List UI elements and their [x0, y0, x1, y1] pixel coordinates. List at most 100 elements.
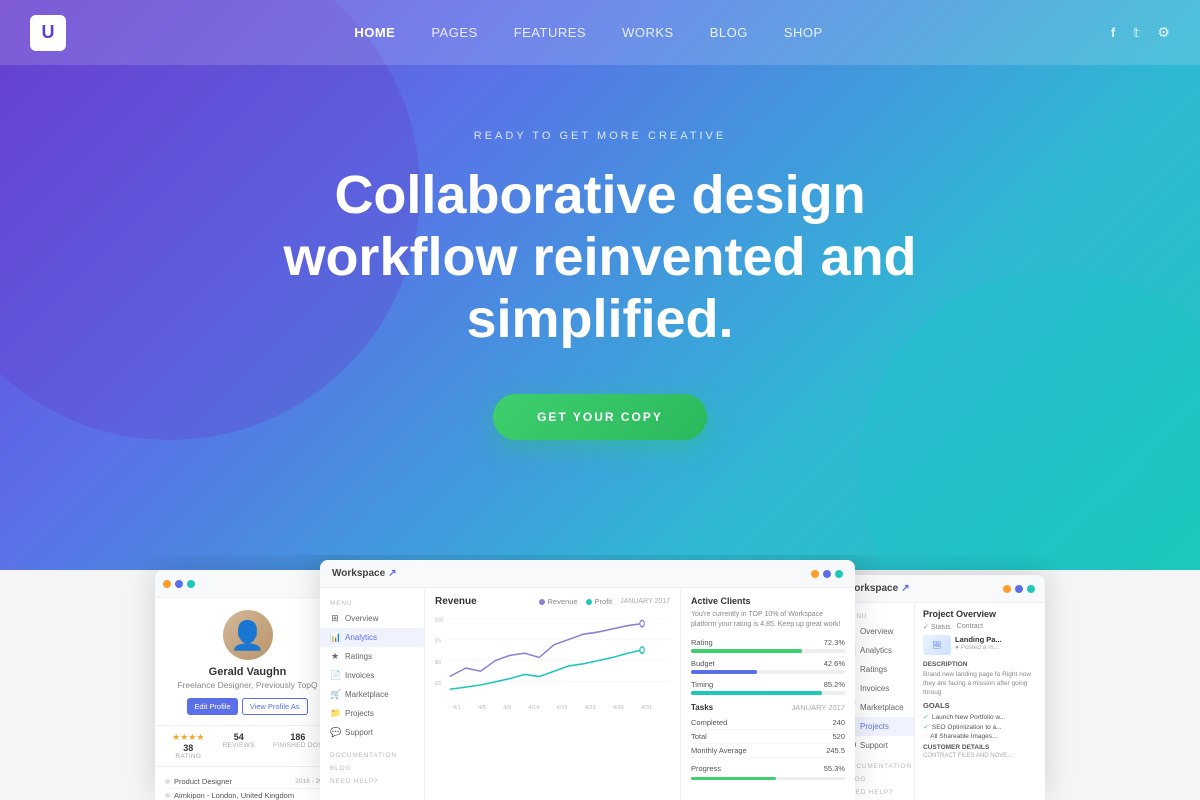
- stat-reviews: 54 REVIEWS: [223, 732, 255, 760]
- project-status-bar: ✓ Status Contract: [923, 623, 1037, 631]
- project-item: 🖼 Landing Pa... ● Posted a m...: [923, 635, 1037, 655]
- dot-orange: [163, 580, 171, 588]
- timing-metric: Timing 85.2%: [691, 680, 845, 695]
- ws-topbar: Workspace ↗: [835, 575, 1045, 603]
- svg-text:$100: $100: [435, 617, 444, 623]
- project-info: Landing Pa... ● Posted a m...: [955, 635, 1037, 651]
- chart-legend: Revenue Profit JANUARY 2017: [539, 597, 670, 606]
- avatar: 👤: [223, 610, 273, 660]
- budget-metric: Budget 42.6%: [691, 659, 845, 674]
- analytics-sidebar: MENU ⊞ Overview 📊 Analytics ★ Ratings 📄 …: [320, 588, 425, 800]
- nav-home[interactable]: HOME: [354, 25, 395, 40]
- nav-pages[interactable]: PAGES: [431, 25, 477, 40]
- customer-details-label: CUSTOMER DETAILS: [923, 744, 1037, 751]
- progress-section: Progress 55.3%: [691, 764, 845, 780]
- support-icon: 💬: [330, 727, 340, 738]
- marketplace-icon: 🛒: [330, 689, 340, 700]
- revenue-chart-svg: $100 $75 $50 $25: [435, 613, 670, 703]
- overview-icon: ⊞: [330, 613, 340, 624]
- blog-section-label: BLOG: [320, 761, 424, 774]
- analytics-topbar: Workspace ↗: [320, 560, 855, 588]
- sidebar-item-projects[interactable]: 📁 Projects: [320, 704, 424, 723]
- hero-subtitle: READY TO GET MORE CREATIVE: [474, 130, 726, 142]
- task-monthly-avg: Monthly Average 245.5: [691, 744, 845, 758]
- analytics-main: Revenue Revenue Profit JANUARY 2017: [425, 588, 680, 800]
- previews-section: 👤 Gerald Vaughn Freelance Designer, Prev…: [0, 555, 1200, 800]
- revenue-legend-dot: [539, 599, 545, 605]
- task-completed: Completed 240: [691, 716, 845, 730]
- sidebar-item-ratings[interactable]: ★ Ratings: [320, 647, 424, 666]
- topbar-right: [811, 570, 843, 578]
- revenue-chart: $100 $75 $50 $25: [435, 613, 670, 703]
- workspace-card: Workspace ↗ MENU ⊞ Overview 📊 Analytics: [835, 575, 1045, 800]
- budget-bar: [691, 670, 757, 674]
- navbar: U HOME PAGES FEATURES WORKS BLOG SHOP f …: [0, 0, 1200, 65]
- task-total: Total 520: [691, 730, 845, 744]
- list-item: Aimkipon - London, United Kingdom: [165, 789, 330, 800]
- revenue-header: Revenue Revenue Profit JANUARY 2017: [435, 596, 670, 607]
- ws-body: MENU ⊞ Overview 📊 Analytics ★ Ratings 📄 …: [835, 603, 1045, 800]
- profile-topbar: [155, 570, 340, 598]
- profile-buttons: Edit Profile View Profile As: [187, 698, 307, 715]
- help-section-label: NEED HELP?: [320, 774, 424, 787]
- analytics-icon: 📊: [330, 632, 340, 643]
- analytics-body: MENU ⊞ Overview 📊 Analytics ★ Ratings 📄 …: [320, 588, 855, 800]
- profile-name: Gerald Vaughn: [209, 666, 287, 678]
- nav-blog[interactable]: BLOG: [710, 25, 748, 40]
- nav-features[interactable]: FEATURES: [514, 25, 586, 40]
- goal-3: ○ All Shareable Images...: [923, 733, 1037, 740]
- check-icon: ✓: [923, 713, 929, 721]
- analytics-right-panel: Active Clients You're currently in TOP 1…: [680, 588, 855, 800]
- list-item: Product Designer 2016 - 2017: [165, 775, 330, 789]
- sidebar-item-marketplace[interactable]: 🛒 Marketplace: [320, 685, 424, 704]
- hero-title: Collaborative design workflow reinvented…: [225, 164, 975, 350]
- stat-rating: ★★★★ 38 RATING: [172, 732, 204, 760]
- nav-links: HOME PAGES FEATURES WORKS BLOG SHOP: [354, 24, 822, 42]
- dot-blue: [175, 580, 183, 588]
- hero-section: U HOME PAGES FEATURES WORKS BLOG SHOP f …: [0, 0, 1200, 570]
- stat-finished: 186 FINISHED DOS: [273, 732, 323, 760]
- goal-2: ✓ SEO Optimization to a...: [923, 723, 1037, 731]
- rating-metric: Rating 72.3%: [691, 638, 845, 653]
- view-profile-button[interactable]: View Profile As: [242, 698, 308, 715]
- profile-role: Freelance Designer, Previously TopQ: [177, 680, 317, 690]
- menu-section-label: MENU: [320, 596, 424, 609]
- cta-button[interactable]: GET YOUR COPY: [493, 394, 707, 440]
- rating-bar: [691, 649, 802, 653]
- timing-bar: [691, 691, 822, 695]
- svg-text:$25: $25: [435, 680, 441, 686]
- nav-shop[interactable]: SHOP: [784, 25, 823, 40]
- ws-trend-icon: ↗: [901, 583, 909, 594]
- contract-label: CONTRACT FILES AND NOVE...: [923, 753, 1037, 759]
- active-clients-title: Active Clients: [691, 596, 845, 606]
- facebook-icon[interactable]: f: [1111, 25, 1115, 40]
- sidebar-item-invoices[interactable]: 📄 Invoices: [320, 666, 424, 685]
- sidebar-item-overview[interactable]: ⊞ Overview: [320, 609, 424, 628]
- project-description: Brand new landing page fo Right now they…: [923, 670, 1037, 697]
- profile-card: 👤 Gerald Vaughn Freelance Designer, Prev…: [155, 570, 340, 800]
- sidebar-item-support[interactable]: 💬 Support: [320, 723, 424, 742]
- settings-icon[interactable]: ⚙: [1157, 24, 1170, 41]
- revenue-title: Revenue: [435, 596, 477, 607]
- svg-text:$50: $50: [435, 659, 441, 665]
- twitter-icon[interactable]: 𝕥: [1133, 25, 1139, 41]
- avatar-area: 👤 Gerald Vaughn Freelance Designer, Prev…: [155, 598, 340, 721]
- description-label: DESCRIPTION: [923, 661, 1037, 668]
- edit-profile-button[interactable]: Edit Profile: [187, 698, 237, 715]
- logo[interactable]: U: [30, 15, 66, 51]
- workspace-trend-icon: ↗: [388, 568, 396, 579]
- project-overview-title: Project Overview: [923, 609, 1037, 619]
- ws-topbar-right: [1003, 585, 1035, 593]
- ws-main: Project Overview ✓ Status Contract 🖼 Lan…: [915, 603, 1045, 800]
- doc-section-label: DOCUMENTATION: [320, 748, 424, 761]
- projects-icon: 📁: [330, 708, 340, 719]
- analytics-card: Workspace ↗ MENU ⊞ Overview 📊 Analytics: [320, 560, 855, 800]
- profile-list: Product Designer 2016 - 2017 Aimkipon - …: [155, 771, 340, 800]
- nav-works[interactable]: WORKS: [622, 25, 674, 40]
- nav-social: f 𝕥 ⚙: [1111, 24, 1170, 41]
- circle-icon: ○: [923, 733, 927, 740]
- chart-period: JANUARY 2017: [620, 598, 670, 605]
- workspace-label: Workspace ↗: [332, 568, 397, 579]
- project-thumbnail: 🖼: [923, 635, 951, 655]
- sidebar-item-analytics[interactable]: 📊 Analytics: [320, 628, 424, 647]
